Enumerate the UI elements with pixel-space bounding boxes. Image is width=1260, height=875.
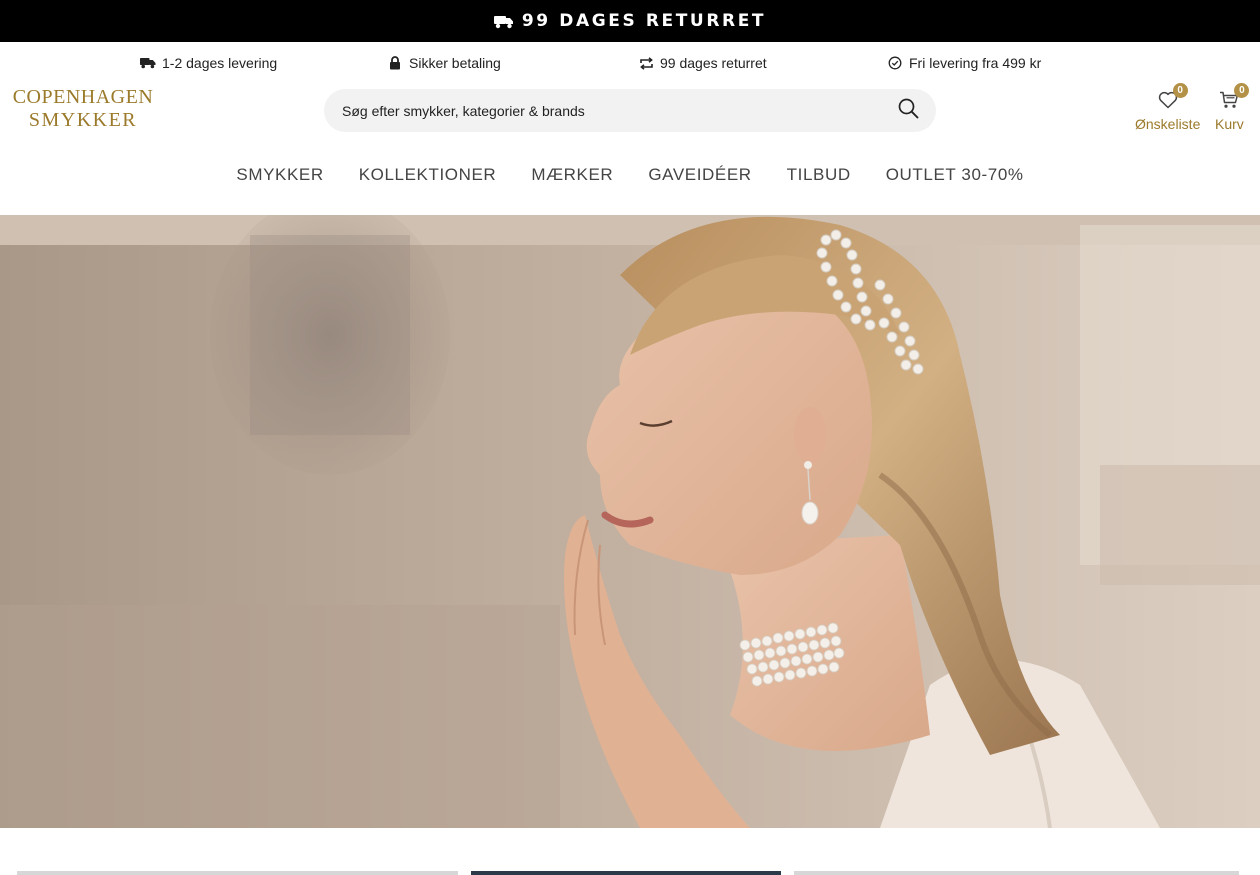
lock-icon: [389, 56, 401, 70]
search-icon: [898, 98, 919, 124]
announcement-bar: 99 DAGES RETURRET: [0, 0, 1260, 42]
announcement-text: 99 DAGES RETURRET: [521, 11, 767, 31]
check-circle-icon: [888, 56, 902, 70]
hero-image: [0, 215, 1260, 828]
truck-icon: [140, 57, 156, 69]
cart-button[interactable]: 0 Kurv: [1215, 83, 1250, 132]
search-button[interactable]: [892, 95, 924, 127]
usp-text: 1-2 dages levering: [162, 55, 278, 71]
hero-banner[interactable]: [0, 215, 1260, 828]
wishlist-button[interactable]: 0 Ønskeliste: [1135, 83, 1201, 132]
logo[interactable]: COPENHAGEN SMYKKER: [10, 86, 156, 132]
search-bar: [324, 89, 936, 132]
logo-line-2: SMYKKER: [28, 109, 138, 131]
usp-text: 99 dages returret: [660, 55, 767, 71]
wishlist-count-badge: 0: [1172, 83, 1188, 98]
cart-label: Kurv: [1215, 116, 1244, 132]
nav-item-smykker[interactable]: SMYKKER: [219, 164, 341, 186]
search-input[interactable]: [342, 89, 892, 132]
usp-secure-payment: Sikker betaling: [389, 52, 501, 74]
nav-item-gaveideer[interactable]: GAVEIDÉER: [631, 164, 769, 186]
nav-item-tilbud[interactable]: TILBUD: [769, 164, 868, 186]
category-card[interactable]: [17, 871, 458, 875]
logo-line-1: COPENHAGEN: [12, 86, 154, 108]
return-arrows-icon: [639, 56, 654, 70]
nav-item-maerker[interactable]: MÆRKER: [514, 164, 631, 186]
usp-returns: 99 dages returret: [639, 52, 767, 74]
usp-text: Fri levering fra 499 kr: [909, 55, 1042, 71]
usp-text: Sikker betaling: [409, 55, 501, 71]
usp-delivery: 1-2 dages levering: [140, 52, 277, 74]
category-card[interactable]: [471, 871, 781, 875]
category-card[interactable]: [794, 871, 1239, 875]
wishlist-label: Ønskeliste: [1135, 116, 1201, 132]
usp-free-delivery: Fri levering fra 499 kr: [888, 52, 1041, 74]
truck-icon: [493, 14, 514, 29]
main-nav: SMYKKER KOLLEKTIONER MÆRKER GAVEIDÉER TI…: [0, 164, 1260, 186]
nav-item-kollektioner[interactable]: KOLLEKTIONER: [341, 164, 514, 186]
cart-count-badge: 0: [1234, 83, 1250, 98]
nav-item-outlet[interactable]: OUTLET 30-70%: [868, 164, 1041, 186]
